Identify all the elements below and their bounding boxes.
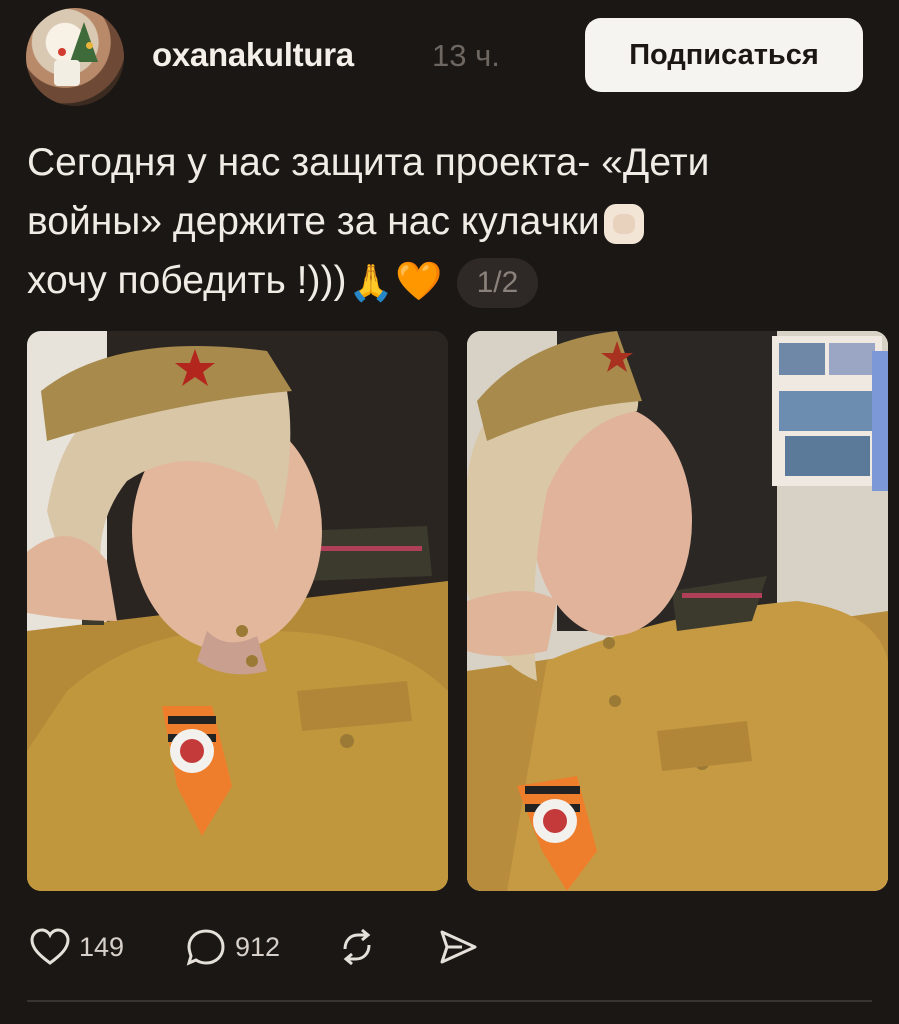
username[interactable]: oxanakultura <box>152 36 354 74</box>
post-text: Сегодня у нас защита проекта- «Дети войн… <box>27 133 867 312</box>
subscribe-button[interactable]: Подписаться <box>585 18 863 92</box>
photo-illustration-1 <box>27 331 448 891</box>
repost-button[interactable] <box>337 927 377 967</box>
fist-emoji-icon <box>603 203 644 244</box>
avatar-tree-shape <box>70 22 98 62</box>
photo-illustration-2 <box>467 331 888 891</box>
comment-count: 912 <box>235 931 281 962</box>
post-text-line: войны» держите за нас кулачки <box>27 192 867 251</box>
post-text-line: Сегодня у нас защита проекта- «Дети <box>27 133 867 192</box>
post-text-line2: войны» держите за нас кулачки <box>27 200 600 243</box>
comment-icon <box>186 929 225 966</box>
post-text-line: хочу победить !)))🙏🧡 1/2 <box>27 251 867 312</box>
like-button[interactable]: 149 <box>29 927 124 967</box>
avatar[interactable] <box>26 8 124 106</box>
post-actions-bar: 149 912 <box>0 910 899 990</box>
post-header: oxanakultura 13 ч. Подписаться <box>0 0 899 120</box>
post-photo-2[interactable] <box>467 331 888 891</box>
share-icon <box>440 930 477 964</box>
avatar-ornament <box>58 48 66 56</box>
heart-icon <box>30 928 70 965</box>
post-photo-1[interactable] <box>27 331 448 891</box>
like-count: 149 <box>79 931 125 962</box>
post-divider <box>27 1000 872 1002</box>
avatar-cup <box>54 60 80 86</box>
orange-heart-emoji-icon: 🧡 <box>395 261 443 304</box>
post-text-line1: Сегодня у нас защита проекта- «Дети <box>27 141 710 184</box>
avatar-ornament <box>86 42 93 49</box>
image-pager-badge: 1/2 <box>456 257 539 308</box>
pray-emoji-icon: 🙏 <box>348 262 394 304</box>
post-text-line3: хочу победить !))) <box>27 259 347 302</box>
post-time: 13 ч. <box>432 38 500 73</box>
repost-icon <box>343 928 371 966</box>
comment-button[interactable]: 912 <box>185 927 280 967</box>
share-button[interactable] <box>438 927 478 967</box>
